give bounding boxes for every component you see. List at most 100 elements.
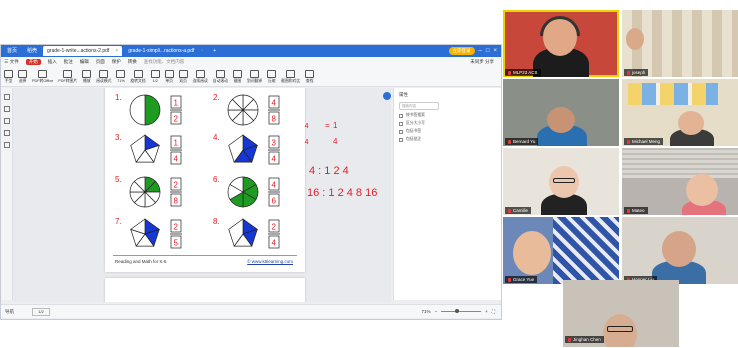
attachment-icon[interactable] — [3, 130, 10, 136]
close-icon[interactable]: × — [200, 48, 203, 54]
login-button[interactable]: 立即登录 — [448, 47, 475, 55]
person-face — [686, 174, 718, 206]
status-page-input[interactable]: 1/2 — [32, 307, 50, 316]
tool-compare[interactable]: 截图和对比 — [281, 69, 300, 84]
continuous-icon — [195, 69, 205, 78]
menu-annotate[interactable]: 批注 — [64, 59, 73, 65]
tool-continuous[interactable]: 连续阅读 — [193, 69, 208, 84]
nav-toggle[interactable]: 导航 — [5, 309, 14, 315]
zoom-select[interactable]: 71% — [116, 70, 126, 83]
tool-play[interactable]: 播放 — [82, 69, 92, 84]
checkbox[interactable] — [399, 113, 403, 118]
participant-tile[interactable]: Hanner Liu — [622, 217, 738, 284]
window-controls: 立即登录 – □ × — [448, 47, 501, 55]
zoom-value: 71% — [117, 79, 125, 83]
participant-tile[interactable]: Camille — [503, 148, 619, 215]
double-page-icon — [178, 69, 188, 78]
answer-denominator: 8 — [174, 197, 179, 206]
tool-double-page[interactable]: 双页 — [178, 69, 188, 84]
comment-icon[interactable] — [3, 118, 10, 124]
side-option[interactable]: 包括书签 — [399, 129, 496, 134]
close-window-icon[interactable]: × — [493, 48, 497, 54]
tool-label: 查找 — [305, 78, 314, 83]
tool-compress[interactable]: 压缩 — [267, 69, 277, 84]
tool-single-page[interactable]: 单页 — [164, 69, 174, 84]
side-option[interactable]: 按书签搜索 — [399, 113, 496, 118]
menu-protect[interactable]: 保护 — [112, 59, 121, 65]
menu-convert[interactable]: 转换 — [128, 59, 137, 65]
tool-translate[interactable]: 划词翻译 — [247, 69, 262, 84]
tool-label: 自动滚动 — [212, 78, 228, 83]
mic-muted-icon — [627, 70, 630, 75]
participant-tile[interactable]: joseph — [622, 10, 738, 77]
fraction-circle-slice — [144, 94, 161, 126]
tool-pdf-to-image[interactable]: PDF转图片 — [58, 69, 77, 84]
footer-divider — [113, 255, 297, 256]
tool-select[interactable]: 选择 — [18, 69, 27, 84]
floating-assistant-icon[interactable] — [383, 92, 391, 100]
tool-read-mode[interactable]: 阅读模式 — [96, 69, 111, 84]
minimize-icon[interactable]: – — [479, 48, 482, 54]
tool-screenshot[interactable]: 截图 — [232, 69, 242, 84]
status-bar: 导航 1/2 71% − + ⛶ — [1, 304, 501, 318]
zoom-percent[interactable]: 71% — [422, 309, 431, 314]
headset-icon — [540, 16, 580, 36]
maximize-icon[interactable]: □ — [486, 48, 490, 54]
tool-autoscroll[interactable]: 自动滚动 — [212, 69, 228, 84]
fullscreen-icon[interactable]: ⛶ — [492, 309, 495, 314]
problem-number: 7. — [115, 217, 122, 226]
participant-tile[interactable]: Jinghan Chen — [563, 280, 679, 347]
checkbox[interactable] — [399, 121, 403, 126]
convert-icon — [38, 69, 48, 78]
answer-numerator: 3 — [272, 139, 277, 148]
bookmark-icon[interactable] — [3, 94, 10, 100]
side-search-input[interactable]: 搜索内容 — [399, 102, 439, 110]
tab-docer[interactable]: 稻壳 — [23, 46, 41, 56]
side-option[interactable]: 包括批注 — [399, 137, 496, 142]
tool-find[interactable]: 查找 — [305, 69, 315, 84]
menu-sync-share[interactable]: 未同步 分享 — [470, 59, 494, 65]
menu-edit[interactable]: 编辑 — [80, 59, 89, 65]
select-icon — [18, 69, 27, 78]
menu-file[interactable]: 三 文件 — [4, 59, 19, 65]
tool-rotate[interactable]: 旋转文档 — [130, 69, 146, 84]
tool-hand[interactable]: 手型 — [4, 69, 13, 84]
side-option[interactable]: 区分大小写 — [399, 121, 496, 126]
thumbnail-icon[interactable] — [3, 106, 10, 112]
participant-tile[interactable]: MLP23 ACS — [503, 10, 619, 77]
document-canvas[interactable]: 1. 1 2 2. 4 8 3. 1 4 4. 3 4 5. 2 8 6. 4 6 7. 2 5 8. 2 4 Reading… — [13, 88, 391, 302]
zoom-out-icon[interactable]: − — [435, 309, 438, 314]
tool-pdf-to-office[interactable]: PDF转Office — [32, 69, 54, 84]
tab-label: grade-1-write...actions-2.pdf — [47, 48, 110, 54]
participant-tile[interactable]: Mateo — [622, 148, 738, 215]
menu-page[interactable]: 页面 — [96, 59, 105, 65]
menu-start[interactable]: 开始 — [25, 59, 41, 65]
participant-name: Jinghan Chen — [573, 337, 601, 342]
zoom-slider[interactable] — [441, 309, 482, 313]
footer-link[interactable]: © www.k5learning.com — [247, 259, 293, 264]
page-icon — [150, 70, 160, 78]
checkbox[interactable] — [399, 137, 403, 142]
search-function-input[interactable]: 查找功能、文档内容 — [144, 59, 185, 65]
page-number-input[interactable]: 1/2 — [150, 70, 160, 83]
tool-label: 手型 — [4, 78, 13, 83]
menu-insert[interactable]: 插入 — [48, 59, 57, 65]
side-panel-title: 属性 — [399, 92, 408, 97]
stamp-icon[interactable] — [3, 142, 10, 148]
person-face — [662, 231, 696, 267]
checkbox[interactable] — [399, 129, 403, 134]
participant-name-label: Mateo — [624, 207, 648, 214]
participant-tile[interactable]: Grace Yue — [503, 217, 619, 284]
participant-tile[interactable]: Michael Meng — [622, 79, 738, 146]
tab-active-pdf[interactable]: grade-1-write...actions-2.pdf × — [43, 46, 123, 56]
participant-tile[interactable]: Bernard Yu — [503, 79, 619, 146]
translate-icon — [250, 69, 260, 78]
zoom-in-icon[interactable]: + — [485, 309, 488, 314]
new-tab-button[interactable]: + — [209, 46, 220, 56]
tool-label: PDF转Office — [32, 78, 54, 83]
close-icon[interactable]: × — [115, 48, 118, 54]
participant-name-label: Camille — [505, 207, 532, 214]
tab-second-pdf[interactable]: grade-1-simpli...ractions-a.pdf × — [124, 46, 207, 56]
image-icon — [63, 69, 73, 78]
tab-home[interactable]: 首页 — [3, 46, 21, 56]
